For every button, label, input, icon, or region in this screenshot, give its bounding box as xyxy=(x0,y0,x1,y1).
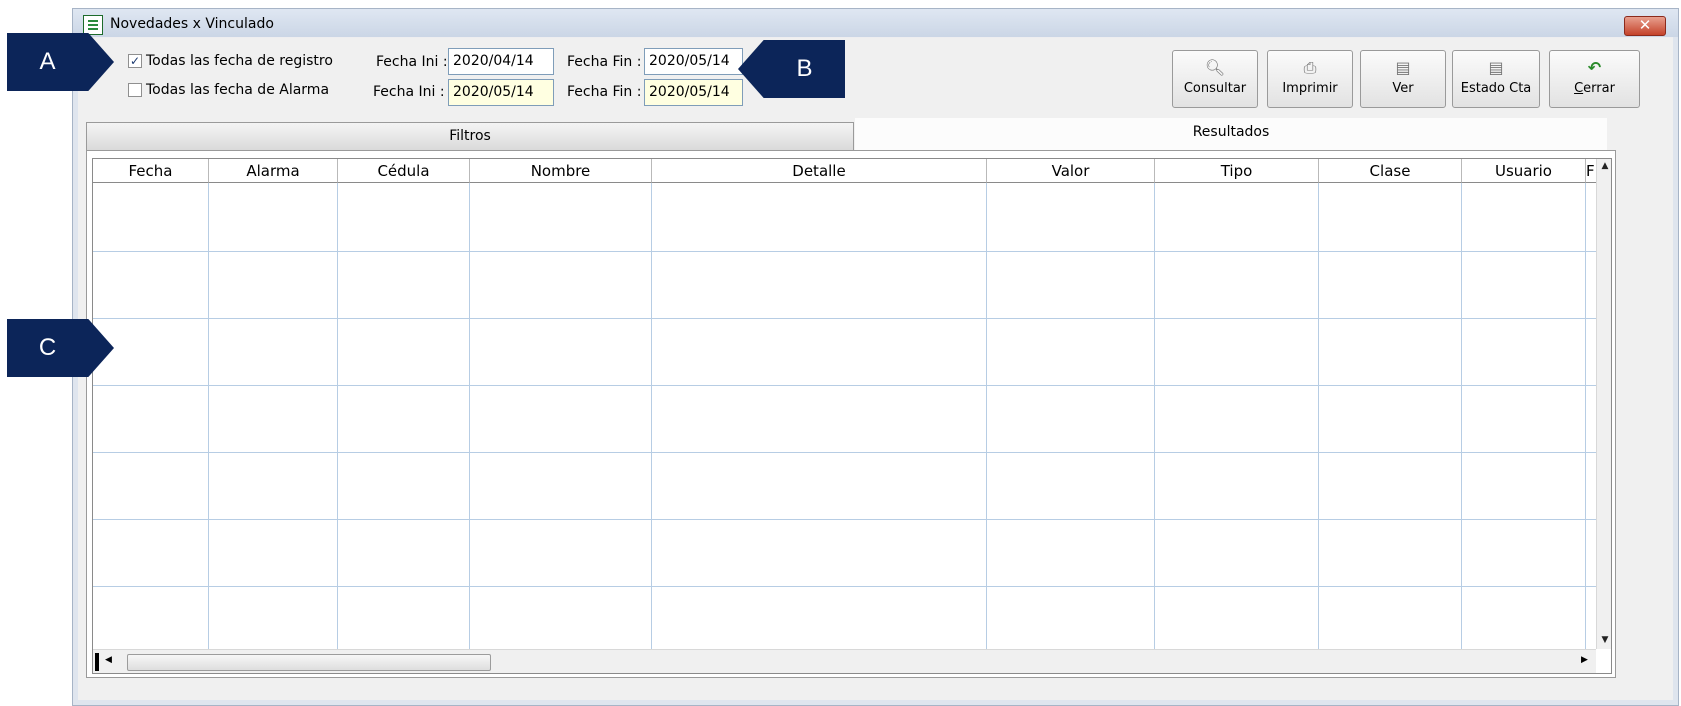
account-doc-icon: ▤ xyxy=(1488,58,1504,77)
column-header-fecha[interactable]: Fecha xyxy=(93,159,209,183)
column-header-alarma[interactable]: Alarma xyxy=(209,159,338,183)
column-header-tipo[interactable]: Tipo xyxy=(1155,159,1319,183)
column-divider xyxy=(1585,183,1586,649)
window-title: Novedades x Vinculado xyxy=(110,16,274,32)
column-header-valor[interactable]: Valor xyxy=(987,159,1155,183)
vertical-scrollbar[interactable]: ▲ ▼ xyxy=(1596,159,1611,649)
horizontal-scroll-thumb[interactable] xyxy=(127,654,491,671)
row-marker xyxy=(95,653,99,671)
fecha-fin-label: Fecha Fin : xyxy=(567,54,642,70)
column-header-usuario[interactable]: Usuario xyxy=(1462,159,1586,183)
tab-resultados[interactable]: Resultados xyxy=(855,118,1607,151)
column-divider xyxy=(208,183,209,649)
column-header-detalle[interactable]: Detalle xyxy=(652,159,987,183)
row-divider xyxy=(93,452,1598,453)
scroll-left-icon[interactable]: ◀ xyxy=(105,655,112,665)
fecha-ini-label: Fecha Ini : xyxy=(376,54,448,70)
undo-arrow-icon: ↶ xyxy=(1587,58,1602,77)
row-divider xyxy=(93,251,1598,252)
fecha-fin-label: Fecha Fin : xyxy=(567,84,642,100)
row-divider xyxy=(93,318,1598,319)
column-divider xyxy=(986,183,987,649)
view-doc-icon: ▤ xyxy=(1395,58,1411,77)
results-grid[interactable]: Fecha Alarma Cédula Nombre Detalle Valor… xyxy=(92,158,1612,674)
ver-button[interactable]: ▤ Ver xyxy=(1360,50,1446,108)
checkbox-alarma[interactable] xyxy=(128,83,142,97)
column-header-cedula[interactable]: Cédula xyxy=(338,159,470,183)
column-header-nombre[interactable]: Nombre xyxy=(470,159,652,183)
estado-cta-label: Estado Cta xyxy=(1460,81,1532,96)
column-divider xyxy=(1461,183,1462,649)
imprimir-button[interactable]: ⎙ Imprimir xyxy=(1267,50,1353,108)
consultar-label: Consultar xyxy=(1183,81,1247,96)
column-divider xyxy=(1154,183,1155,649)
row-divider xyxy=(93,586,1598,587)
cerrar-button[interactable]: ↶ Cerrar xyxy=(1549,50,1640,108)
column-divider xyxy=(469,183,470,649)
column-divider xyxy=(1318,183,1319,649)
fecha-ini-label: Fecha Ini : xyxy=(373,84,445,100)
row-divider xyxy=(93,385,1598,386)
checkbox-alarma-label: Todas las fecha de Alarma xyxy=(146,82,330,98)
imprimir-label: Imprimir xyxy=(1282,81,1338,96)
scroll-down-icon[interactable]: ▼ xyxy=(1597,635,1611,645)
tab-filtros[interactable]: Filtros xyxy=(86,122,854,151)
fecha-fin-registro-input[interactable]: 2020/05/14 xyxy=(644,48,743,75)
checkbox-registro-label: Todas las fecha de registro xyxy=(146,53,333,69)
fecha-ini-alarma-input[interactable]: 2020/05/14 xyxy=(448,79,554,106)
horizontal-scrollbar[interactable]: ◀ ▶ xyxy=(93,649,1596,673)
checkbox-registro-row[interactable]: ✓ Todas las fecha de registro xyxy=(128,53,333,69)
column-header-f[interactable]: F xyxy=(1586,159,1596,183)
title-bar[interactable] xyxy=(73,9,1678,37)
scroll-up-icon[interactable]: ▲ xyxy=(1597,161,1611,171)
cerrar-label: Cerrar xyxy=(1574,81,1615,96)
magnifier-doc-icon: 🔍︎ xyxy=(1204,58,1226,77)
ver-label: Ver xyxy=(1392,81,1414,96)
estado-cta-button[interactable]: ▤ Estado Cta xyxy=(1452,50,1540,108)
consultar-button[interactable]: 🔍︎ Consultar xyxy=(1172,50,1258,108)
column-divider xyxy=(651,183,652,649)
close-button[interactable]: ✕ xyxy=(1624,16,1666,36)
checkbox-registro[interactable]: ✓ xyxy=(128,54,142,68)
fecha-ini-registro-input[interactable]: 2020/04/14 xyxy=(448,48,554,75)
scroll-right-icon[interactable]: ▶ xyxy=(1581,655,1588,665)
row-divider xyxy=(93,519,1598,520)
printer-icon: ⎙ xyxy=(1303,58,1317,77)
fecha-fin-alarma-input[interactable]: 2020/05/14 xyxy=(644,79,743,106)
spreadsheet-doc-icon xyxy=(83,15,103,35)
column-header-clase[interactable]: Clase xyxy=(1319,159,1462,183)
column-divider xyxy=(337,183,338,649)
checkbox-alarma-row[interactable]: Todas las fecha de Alarma xyxy=(128,82,329,98)
